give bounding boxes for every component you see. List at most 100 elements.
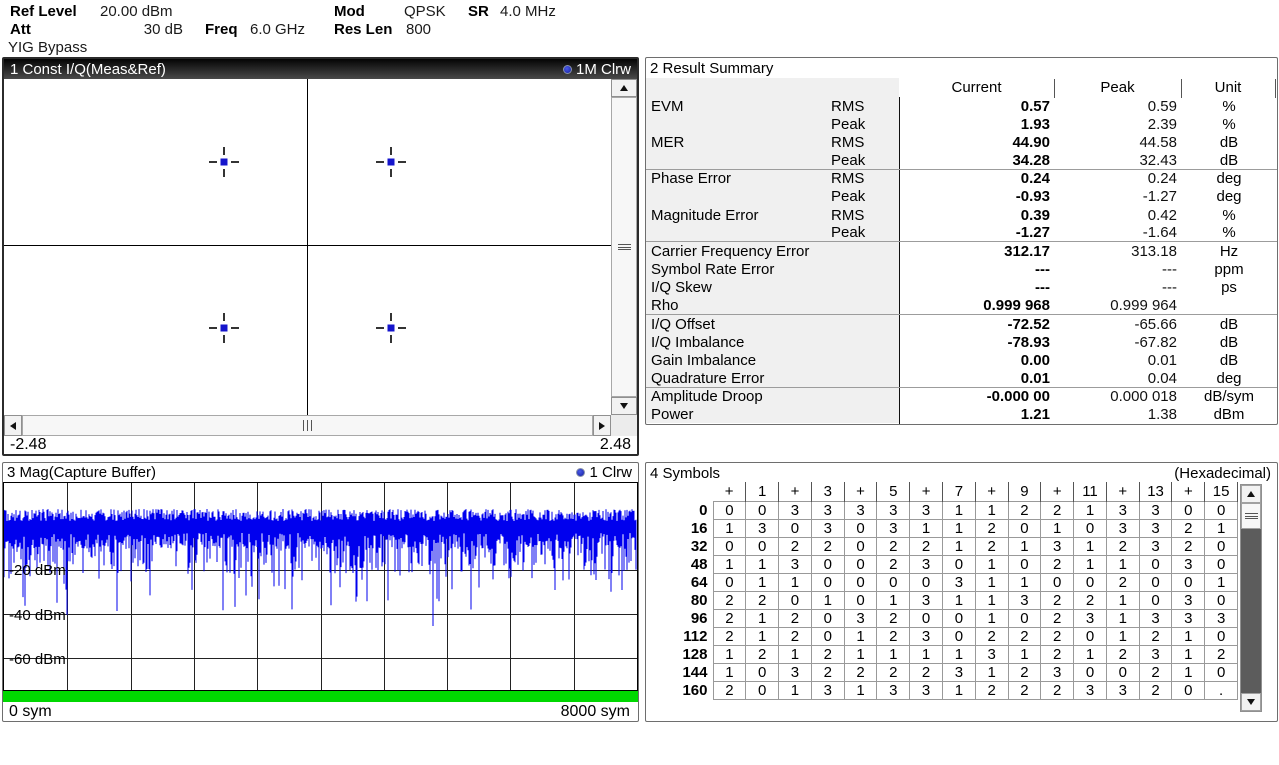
result-current-value: 1.93 [899,115,1054,133]
symbol-cell: 1 [975,555,1008,573]
symbol-cell: 3 [942,573,975,591]
symbol-cell: 0 [746,501,779,519]
scroll-right-button[interactable] [593,415,611,436]
scrollbar-corner [611,415,637,436]
symbols-col-header: + [1172,482,1205,501]
scroll-left-button[interactable] [4,415,22,436]
result-unit: dB [1181,315,1277,333]
symbol-cell: 0 [942,555,975,573]
result-current-value: 0.00 [899,351,1054,369]
result-unit: ps [1181,279,1277,297]
symbol-cell: 3 [910,627,943,645]
symbol-cell: 0 [1139,573,1172,591]
symbol-cell: 0 [942,609,975,627]
symbol-cell: 3 [942,663,975,681]
symbol-cell: 0 [746,663,779,681]
vertical-scroll-thumb[interactable] [611,97,637,397]
constellation-title-bar[interactable]: 1 Const I/Q(Meas&Ref) 1M Clrw [4,59,637,79]
horizontal-scroll-thumb[interactable] [22,415,593,436]
scroll-down-button[interactable] [1241,693,1261,711]
scroll-down-button[interactable] [611,397,637,415]
trace-dot-icon [563,65,572,74]
symbols-table: +1+3+5+7+9+11+13+15 00033333112213300161… [646,482,1238,700]
symbol-cell: 2 [779,609,812,627]
symbols-row: 640110000311002001 [646,573,1238,591]
result-row-label: Rho [646,297,831,314]
symbol-cell: 3 [811,519,844,537]
result-peak-value: 0.59 [1054,97,1181,115]
symbol-cell: 3 [1172,609,1205,627]
scroll-track[interactable] [1241,529,1261,693]
symbol-cell: 1 [1106,609,1139,627]
symbol-cell: 0 [877,573,910,591]
result-row-sublabel [831,333,899,351]
symbol-cell: 0 [713,537,746,555]
vertical-scrollbar[interactable] [611,79,637,415]
result-row-label [646,115,831,133]
symbol-cell: 3 [877,519,910,537]
window-result-summary: 2 Result Summary Current Peak Unit EVMRM… [645,57,1278,425]
symbols-header-row: +1+3+5+7+9+11+13+15 [646,482,1238,501]
symbol-cell: 1 [1172,645,1205,663]
result-row: EVMRMS0.570.59% [646,97,1277,115]
symbol-cell: 1 [811,591,844,609]
scroll-up-button[interactable] [611,79,637,97]
constellation-point-marker [373,310,409,346]
result-row-sublabel: RMS [831,133,899,151]
symbol-cell: 1 [942,645,975,663]
symbols-col-header: 11 [1074,482,1107,501]
symbols-col-header: 9 [1008,482,1041,501]
symbol-cell: 1 [844,627,877,645]
constellation-point [373,310,409,346]
symbol-cell: 1 [975,501,1008,519]
symbol-cell: 2 [811,645,844,663]
symbol-cell: 0 [1106,663,1139,681]
symbol-cell: 0 [1205,591,1238,609]
symbols-col-header: 7 [942,482,975,501]
symbol-cell: 1 [942,681,975,699]
symbol-cell: 1 [1041,519,1074,537]
scroll-grip-icon [1245,512,1258,521]
symbols-row-index: 80 [646,591,713,609]
symbol-cell: 2 [975,519,1008,537]
result-current-value: 0.57 [899,97,1054,115]
result-peak-value: -1.27 [1054,188,1181,206]
instrument-screen: Ref Level 20.00 dBm Mod QPSK SR 4.0 MHz … [0,0,1279,765]
result-current-value: -78.93 [899,333,1054,351]
symbol-cell: 3 [910,681,943,699]
symbols-title-bar[interactable]: 4 Symbols (Hexadecimal) [646,463,1277,483]
result-peak-value: 32.43 [1054,151,1181,168]
result-current-value: 0.39 [899,206,1054,224]
symbol-cell: 2 [713,591,746,609]
symbols-row: 1122120123022201210 [646,627,1238,645]
symbol-cell: 1 [975,591,1008,609]
symbols-col-header: 5 [877,482,910,501]
capture-title-bar[interactable]: 3 Mag(Capture Buffer) 1 Clrw [3,463,638,482]
symbols-row: 160201313312223320. [646,681,1238,699]
symbol-cell: 1 [942,501,975,519]
result-unit: dB [1181,333,1277,351]
result-row-label: I/Q Offset [646,315,831,333]
symbol-cell: 3 [1172,591,1205,609]
result-summary-title-bar[interactable]: 2 Result Summary [646,58,1277,78]
symbol-cell: 2 [779,537,812,555]
symbol-cell: 1 [1074,501,1107,519]
scroll-up-button[interactable] [1241,485,1261,503]
mod-label: Mod [334,3,365,20]
symbol-cell: 3 [1041,663,1074,681]
symbol-cell: 1 [844,681,877,699]
result-row-sublabel: RMS [831,170,899,188]
symbol-cell: 1 [1008,573,1041,591]
symbol-cell: 3 [1008,591,1041,609]
symbols-col-header: + [910,482,943,501]
symbol-cell: 3 [975,645,1008,663]
symbol-cell: . [1205,681,1238,699]
symbol-cell: 3 [1074,609,1107,627]
symbols-scrollbar[interactable] [1240,484,1262,712]
symbol-cell: 3 [1139,519,1172,537]
symbol-cell: 3 [910,591,943,609]
symbols-scroll-thumb[interactable] [1241,503,1261,529]
symbol-cell: 1 [975,663,1008,681]
horizontal-scrollbar[interactable] [4,415,611,436]
symbol-cell: 1 [1106,591,1139,609]
